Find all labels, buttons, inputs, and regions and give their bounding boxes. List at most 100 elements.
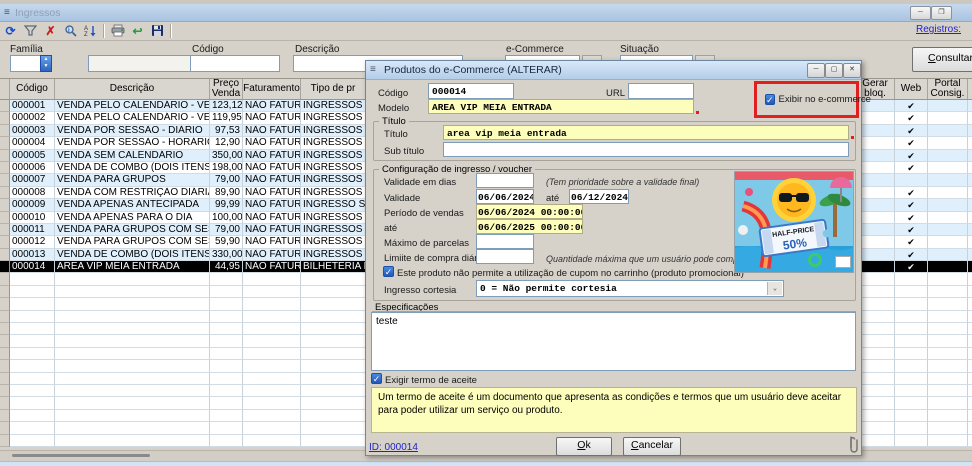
table-row-right[interactable]: ✔ [856, 100, 972, 112]
refresh-icon[interactable]: ⟳ [3, 23, 18, 38]
print-icon[interactable] [110, 23, 125, 38]
save-icon[interactable] [150, 23, 165, 38]
validade-ate-input[interactable]: 06/12/2024 [569, 189, 629, 204]
codigo-filter-input[interactable] [190, 55, 280, 72]
dialog-maximize-button[interactable]: ▢ [825, 63, 843, 78]
table-row[interactable]: 000006VENDA DE COMBO (DOIS ITENS 1 QTD 1… [0, 162, 365, 174]
row-selector[interactable] [0, 212, 10, 224]
dlg-codigo-input[interactable]: 000014 [428, 83, 514, 99]
table-row[interactable]: 000010VENDA APENAS PARA O DIA 100,00NÃO … [0, 212, 365, 224]
table-row[interactable]: 000012VENDA PARA GRUPOS COM SESSÃO e 59,… [0, 236, 365, 248]
cortesia-select[interactable]: 0 = Não permite cortesia ⌄ [476, 280, 784, 297]
clear-filter-icon[interactable]: ✗ [43, 23, 58, 38]
table-row[interactable]: 000003VENDA POR SESSÃO - DIÁRIO 97,53NÃO… [0, 125, 365, 137]
table-row-right[interactable]: ✔ [856, 236, 972, 248]
dlg-subtitulo-input[interactable] [443, 142, 849, 157]
col-header-portal-consig[interactable]: PortalConsig. [928, 79, 968, 99]
table-row[interactable]: 000013VENDA DE COMBO (DOIS ITENS 2 QTD 3… [0, 249, 365, 261]
periodo-de-input[interactable]: 06/06/2024 00:00:00 [476, 204, 583, 219]
table-row-right[interactable]: ✔ [856, 137, 972, 149]
table-row[interactable]: 000002VENDA PELO CALENDÁRIO - VENCIME 11… [0, 112, 365, 124]
restore-button[interactable]: ❐ [931, 6, 952, 20]
row-selector[interactable] [0, 125, 10, 137]
table-row[interactable]: 000009VENDA APENAS ANTECIPADA 99,99NÃO F… [0, 199, 365, 211]
table-row[interactable]: 000014AREA VIP MEIA ENTRADA 44,95NÃO FAT… [0, 261, 365, 273]
scrollbar-thumb[interactable] [12, 454, 150, 457]
table-row-right[interactable]: ✔ [856, 125, 972, 137]
col-header-codigo[interactable]: Código [10, 79, 55, 99]
row-selector[interactable] [0, 150, 10, 162]
row-selector[interactable] [0, 100, 10, 112]
cortesia-label: Ingresso cortesia [384, 285, 456, 296]
dialog-close-button[interactable]: ✕ [843, 63, 861, 78]
sort-icon[interactable]: AZ [83, 23, 98, 38]
id-link[interactable]: ID: 000014 [369, 442, 418, 453]
row-selector[interactable] [0, 199, 10, 211]
row-selector[interactable] [0, 137, 10, 149]
filter-icon[interactable] [23, 23, 38, 38]
exibir-checkbox[interactable]: ✓ [765, 94, 775, 105]
table-row[interactable]: 000008VENDA COM RESTRIÇÃO DIÁRIA (SAB- 8… [0, 187, 365, 199]
empty-row-right [856, 298, 972, 310]
table-row[interactable]: 000001VENDA PELO CALENDÁRIO - VENCIME 12… [0, 100, 365, 112]
col-header-tipo[interactable]: Tipo de pr [301, 79, 365, 99]
parcelas-input[interactable] [476, 234, 534, 249]
dlg-modelo-input[interactable]: AREA VIP MEIA ENTRADA [428, 99, 694, 114]
chevron-down-icon[interactable]: ⌄ [767, 282, 782, 295]
row-selector[interactable] [0, 112, 10, 124]
row-selector[interactable] [0, 261, 10, 273]
familia-input[interactable] [10, 55, 41, 72]
menu-icon[interactable]: ≡ [4, 7, 10, 18]
table-row-right[interactable]: ✔ [856, 162, 972, 174]
table-row-right[interactable]: ✔ [856, 187, 972, 199]
registros-link[interactable]: Registros: [916, 24, 961, 35]
validade-de-input[interactable]: 06/06/2024 [476, 189, 534, 204]
familia-spinner[interactable]: ▲▼ [40, 55, 52, 72]
web-check-icon: ✔ [895, 137, 928, 149]
table-row-right[interactable]: ✔ [856, 261, 972, 273]
table-row-right[interactable]: ✔ [856, 112, 972, 124]
table-row-right[interactable]: ✔ [856, 249, 972, 261]
table-row-right[interactable]: ✔ [856, 212, 972, 224]
dialog-minimize-button[interactable]: ─ [807, 63, 825, 78]
row-selector[interactable] [0, 224, 10, 236]
undo-icon[interactable]: ↩ [130, 23, 145, 38]
especificacoes-textarea[interactable]: teste [371, 312, 856, 371]
search-icon[interactable]: i [63, 23, 78, 38]
table-row-right[interactable]: ✔ [856, 224, 972, 236]
consultar-button[interactable]: Consultar [912, 47, 972, 72]
dialog-menu-icon[interactable]: ≡ [370, 64, 376, 75]
col-header-faturamento[interactable]: Faturamento [243, 79, 301, 99]
row-selector[interactable] [0, 174, 10, 186]
row-selector[interactable] [0, 236, 10, 248]
table-row[interactable]: 000004VENDA POR SESSÃO - HORÁRIO 12,90NÃ… [0, 137, 365, 149]
col-header-web[interactable]: Web [895, 79, 928, 99]
col-header-descricao[interactable]: Descrição [55, 79, 210, 99]
table-row[interactable]: 000011VENDA PARA GRUPOS COM SESSÃO e 79,… [0, 224, 365, 236]
dlg-url-input[interactable] [628, 83, 694, 99]
periodo-ate-input[interactable]: 06/06/2025 00:00:00 [476, 219, 583, 234]
minimize-button[interactable]: ─ [910, 6, 931, 20]
table-row[interactable]: 000005VENDA SEM CALENDÁRIO 350,00NÃO FAT… [0, 150, 365, 162]
cancel-button[interactable]: Cancelar [623, 437, 681, 456]
row-selector[interactable] [0, 249, 10, 261]
ok-button[interactable]: Ok [556, 437, 612, 456]
empty-row-right [856, 373, 972, 385]
col-header-preco[interactable]: PreçoVenda [210, 79, 243, 99]
limite-input[interactable] [476, 249, 534, 264]
product-image[interactable]: HALF-PRICE 50% [734, 171, 854, 273]
table-row-right[interactable]: ✔ [856, 150, 972, 162]
termo-checkbox[interactable]: ✓ [371, 373, 382, 384]
table-row-right[interactable] [856, 174, 972, 186]
dlg-titulo-input[interactable]: area vip meia entrada [443, 125, 849, 140]
empty-row [0, 311, 365, 323]
table-row-right[interactable]: ✔ [856, 199, 972, 211]
cupom-checkbox[interactable]: ✓ [383, 266, 394, 277]
row-selector[interactable] [0, 187, 10, 199]
row-selector[interactable] [0, 162, 10, 174]
image-browse-button[interactable] [835, 256, 851, 268]
termo-textarea[interactable]: Um termo de aceite é um documento que ap… [371, 387, 857, 433]
paperclip-icon[interactable] [847, 435, 858, 460]
table-row[interactable]: 000007VENDA PARA GRUPOS 79,00NÃO FATURAR… [0, 174, 365, 186]
validade-dias-input[interactable] [476, 173, 534, 188]
